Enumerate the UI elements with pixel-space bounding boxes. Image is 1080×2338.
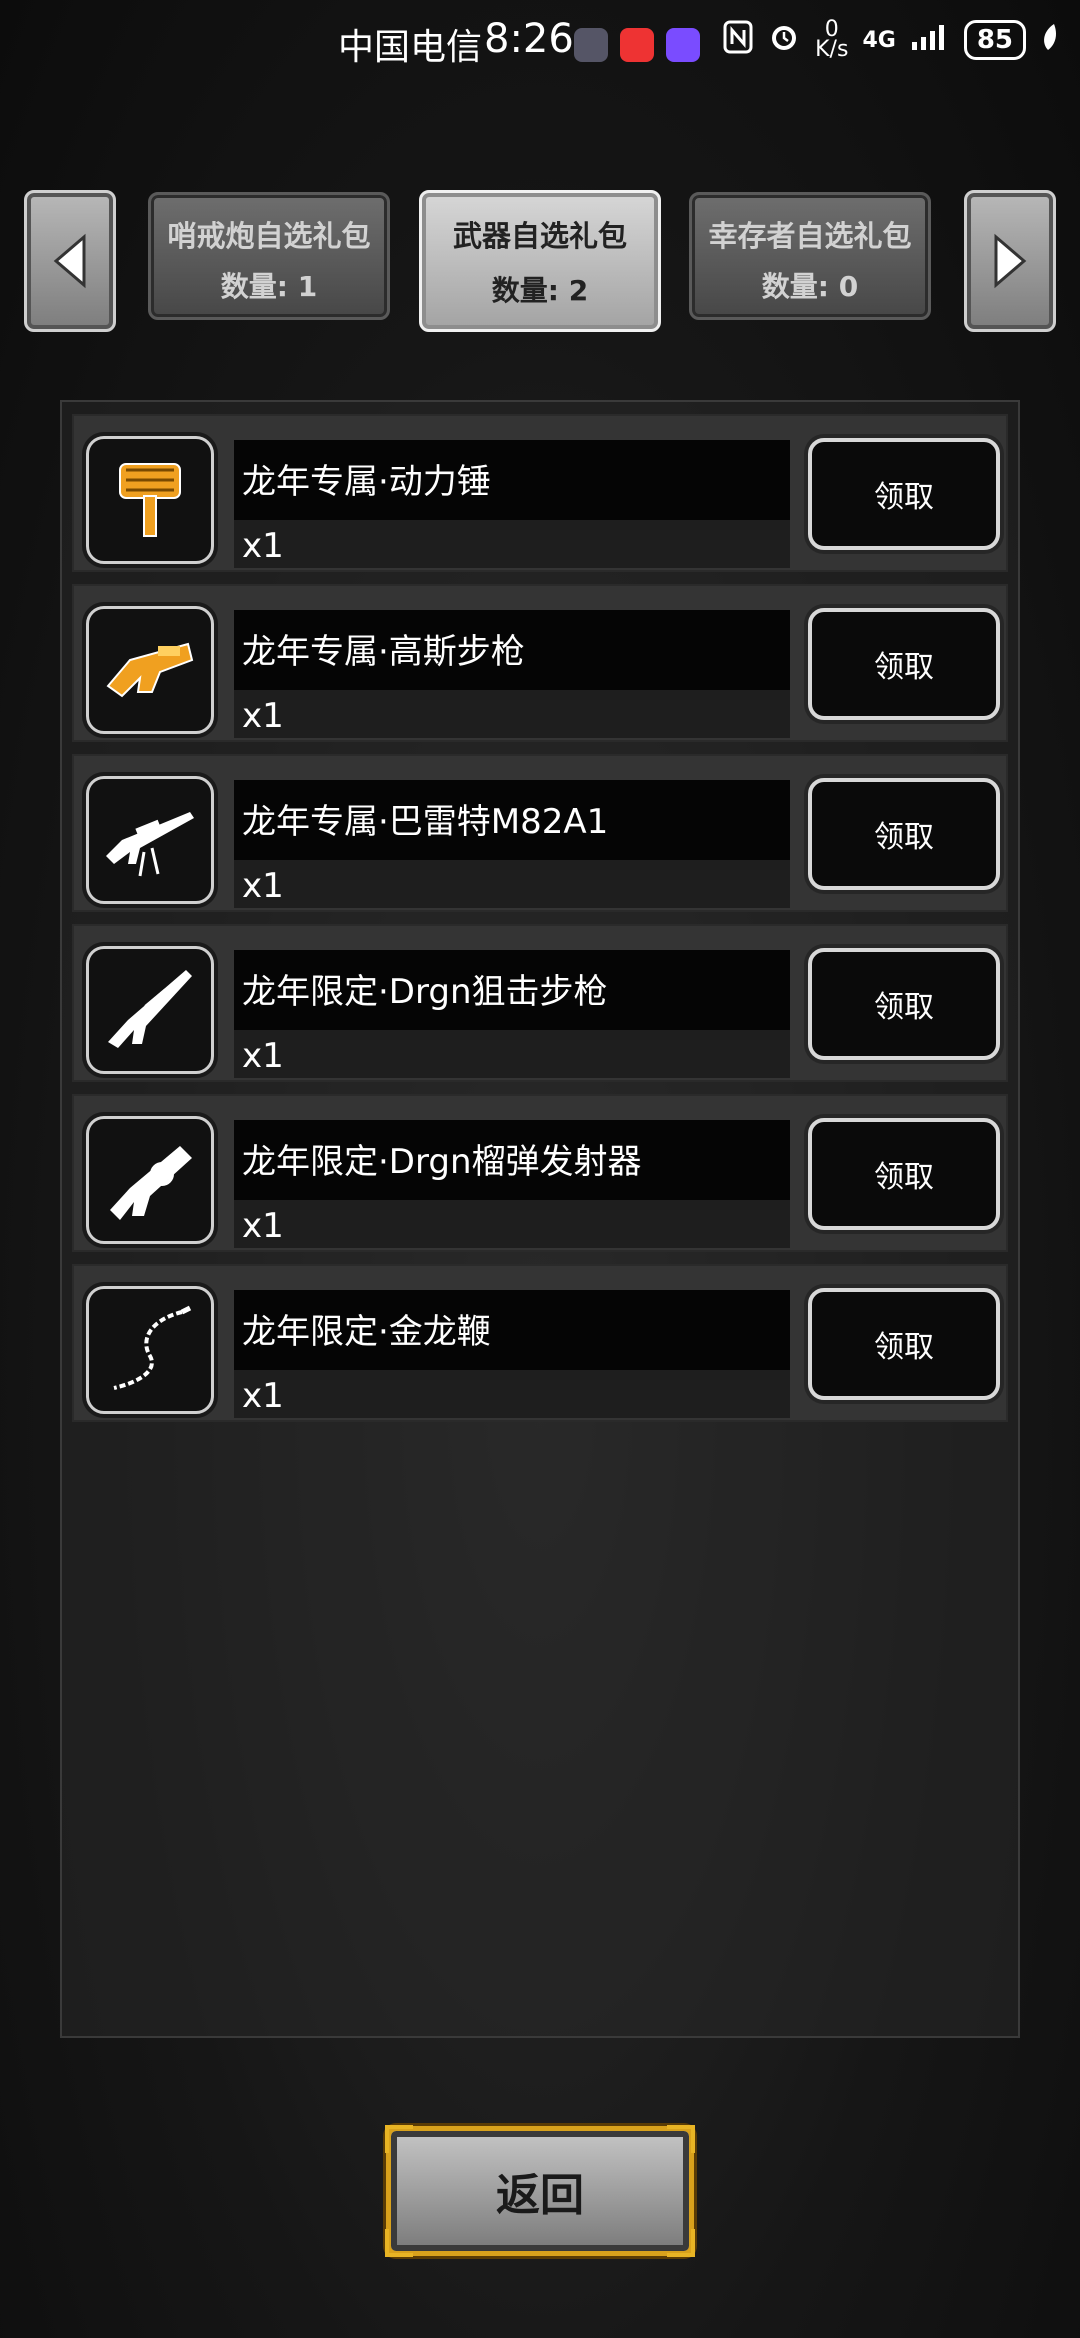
tab-sentry-gun-package[interactable]: 哨戒炮自选礼包 数量: 1 — [148, 192, 390, 320]
prev-tab-button[interactable] — [24, 190, 116, 332]
item-qty-box: x1 — [234, 520, 790, 568]
item-name: 龙年专属·高斯步枪 — [242, 632, 525, 672]
tab-weapon-package[interactable]: 武器自选礼包 数量: 2 — [419, 190, 661, 332]
dragon-whip-icon — [113, 1305, 192, 1390]
item-name-box: 龙年专属·巴雷特M82A1 — [234, 780, 790, 860]
item-icon-frame — [86, 436, 214, 564]
item-qty-box: x1 — [234, 860, 790, 908]
tab-label: 哨戒炮自选礼包 — [167, 219, 371, 253]
item-name: 龙年专属·巴雷特M82A1 — [242, 802, 609, 842]
signal-icon — [910, 22, 950, 58]
item-icon-frame — [86, 946, 214, 1074]
back-button-label: 返回 — [496, 2170, 584, 2221]
claim-button[interactable]: 领取 — [808, 778, 1000, 890]
item-name-box: 龙年限定·Drgn狙击步枪 — [234, 950, 790, 1030]
left-arrow-icon — [53, 233, 86, 289]
leaf-icon — [1040, 22, 1060, 58]
item-name-box: 龙年限定·金龙鞭 — [234, 1290, 790, 1370]
net-speed: 0 K/s — [815, 19, 849, 62]
grenade-launcher-icon — [110, 1146, 192, 1220]
item-qty-box: x1 — [234, 1200, 790, 1248]
corner-ornament — [385, 2125, 413, 2153]
item-quantity: x1 — [242, 1036, 284, 1076]
list-item: 龙年限定·Drgn榴弹发射器 x1 领取 — [72, 1094, 1008, 1252]
item-name-box: 龙年专属·动力锤 — [234, 440, 790, 520]
claim-button[interactable]: 领取 — [808, 608, 1000, 720]
nfc-icon — [723, 20, 753, 60]
item-name: 龙年限定·Drgn狙击步枪 — [242, 972, 608, 1012]
corner-ornament — [667, 2229, 695, 2257]
item-quantity: x1 — [242, 1376, 284, 1416]
app-notification-icon — [574, 28, 608, 62]
gauss-rifle-icon — [106, 642, 194, 698]
list-item: 龙年专属·动力锤 x1 领取 — [72, 414, 1008, 572]
battery-indicator: 85 — [963, 20, 1026, 60]
item-icon-frame — [86, 606, 214, 734]
item-name: 龙年限定·Drgn榴弹发射器 — [242, 1142, 642, 1182]
tab-count: 数量: 2 — [491, 274, 589, 307]
claim-button[interactable]: 领取 — [808, 1288, 1000, 1400]
reward-list-panel: 龙年专属·动力锤 x1 领取 龙年专属·高斯步枪 x1 领取 龙年专属·巴雷特M… — [60, 400, 1020, 2038]
item-qty-box: x1 — [234, 1370, 790, 1418]
item-name-box: 龙年限定·Drgn榴弹发射器 — [234, 1120, 790, 1200]
status-bar: 中国电信 8:26 0 K/s 4G 85 — [0, 0, 1080, 88]
tab-survivor-package[interactable]: 幸存者自选礼包 数量: 0 — [689, 192, 931, 320]
claim-button[interactable]: 领取 — [808, 438, 1000, 550]
corner-ornament — [385, 2229, 413, 2257]
net-speed-unit: K/s — [815, 37, 849, 62]
alarm-icon — [767, 20, 801, 60]
list-item: 龙年限定·金龙鞭 x1 领取 — [72, 1264, 1008, 1422]
network-type: 4G — [862, 27, 896, 53]
next-tab-button[interactable] — [964, 190, 1056, 332]
back-button[interactable]: 返回 — [385, 2125, 695, 2257]
sticker-app-icon — [666, 28, 700, 62]
package-tab-row: 哨戒炮自选礼包 数量: 1 武器自选礼包 数量: 2 幸存者自选礼包 数量: 0 — [0, 190, 1080, 335]
item-icon-frame — [86, 776, 214, 904]
item-icon-frame — [86, 1116, 214, 1244]
carrier-label: 中国电信 — [338, 27, 483, 68]
huawei-app-icon — [620, 28, 654, 62]
list-item: 龙年专属·巴雷特M82A1 x1 领取 — [72, 754, 1008, 912]
item-icon-frame — [86, 1286, 214, 1414]
barrett-rifle-icon — [106, 812, 194, 877]
item-quantity: x1 — [242, 526, 284, 566]
item-qty-box: x1 — [234, 1030, 790, 1078]
item-name: 龙年专属·动力锤 — [242, 462, 491, 502]
item-qty-box: x1 — [234, 690, 790, 738]
item-name-box: 龙年专属·高斯步枪 — [234, 610, 790, 690]
item-quantity: x1 — [242, 1206, 284, 1246]
list-item: 龙年专属·高斯步枪 x1 领取 — [72, 584, 1008, 742]
sniper-rifle-icon — [108, 970, 192, 1048]
claim-button[interactable]: 领取 — [808, 948, 1000, 1060]
tab-label: 武器自选礼包 — [452, 219, 627, 253]
tab-count: 数量: 0 — [761, 270, 859, 303]
clock: 8:26 — [484, 16, 574, 62]
tab-label: 幸存者自选礼包 — [708, 219, 912, 253]
list-item: 龙年限定·Drgn狙击步枪 x1 领取 — [72, 924, 1008, 1082]
item-name: 龙年限定·金龙鞭 — [242, 1312, 491, 1352]
item-quantity: x1 — [242, 866, 284, 906]
power-hammer-icon — [119, 463, 181, 537]
corner-ornament — [667, 2125, 695, 2153]
claim-button[interactable]: 领取 — [808, 1118, 1000, 1230]
tab-count: 数量: 1 — [220, 270, 318, 303]
right-arrow-icon — [994, 233, 1027, 289]
item-quantity: x1 — [242, 696, 284, 736]
status-icons: 0 K/s 4G 85 — [723, 19, 1060, 62]
